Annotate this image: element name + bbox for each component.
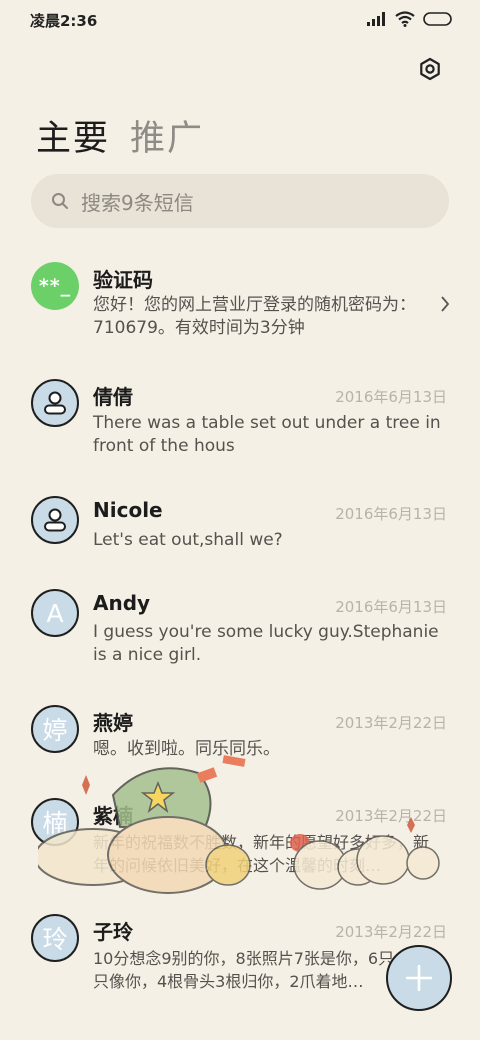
conversation-item-nicole[interactable]: Nicole 2016年6月13日 Let's eat out,shall we… xyxy=(0,492,480,572)
status-time: 凌晨2:36 xyxy=(30,12,98,30)
conversation-item-qianqian[interactable]: 倩倩 2016年6月13日 There was a table set out … xyxy=(0,375,480,475)
contact-name: 燕婷 xyxy=(93,711,133,735)
search-icon xyxy=(52,193,68,209)
message-preview: Let's eat out,shall we? xyxy=(93,530,283,550)
person-icon xyxy=(44,508,66,532)
message-date: 2013年2月22日 xyxy=(335,923,447,941)
avatar xyxy=(31,496,79,544)
tab-promotions[interactable]: 推广 xyxy=(130,110,204,161)
avatar xyxy=(31,379,79,427)
contact-name: 子玲 xyxy=(93,920,133,944)
avatar: A xyxy=(31,589,79,637)
avatar: **_ xyxy=(31,262,79,310)
conversation-item-verification[interactable]: **_ 验证码 您好！您的网上营业厅登录的随机密码为：710679。有效时间为3… xyxy=(0,258,480,358)
message-date: 2016年6月13日 xyxy=(335,505,447,523)
conversation-item-zinan[interactable]: 楠 紫楠 2013年2月22日 新年的祝福数不胜数，新年的愿望好多好多，新年的问… xyxy=(0,794,480,894)
chevron-right-icon xyxy=(441,296,450,312)
settings-button[interactable] xyxy=(416,55,444,83)
message-preview: 您好！您的网上营业厅登录的随机密码为：710679。有效时间为3分钟 xyxy=(93,295,416,338)
system-icons xyxy=(367,11,453,27)
contact-name: 验证码 xyxy=(93,268,153,292)
new-message-button[interactable] xyxy=(386,945,452,1011)
gear-icon xyxy=(420,57,440,81)
plus-icon xyxy=(406,965,432,991)
battery-icon xyxy=(423,12,452,26)
messages-screen: 凌晨2:36 主要 推广 搜索9条短信 **_ 验证码 您好！您的网上营业厅登录… xyxy=(0,0,480,1040)
conversation-item-yanting[interactable]: 婷 燕婷 2013年2月22日 嗯。收到啦。同乐同乐。 xyxy=(0,701,480,781)
contact-name: Nicole xyxy=(93,498,163,522)
signal-icon xyxy=(367,12,385,26)
message-date: 2013年2月22日 xyxy=(335,714,447,732)
conversation-item-andy[interactable]: A Andy 2016年6月13日 I guess you're some lu… xyxy=(0,585,480,685)
message-date: 2016年6月13日 xyxy=(335,598,447,616)
search-bar[interactable]: 搜索9条短信 xyxy=(31,174,449,228)
avatar: 婷 xyxy=(31,705,79,753)
message-preview: I guess you're some lucky guy.Stephanie … xyxy=(93,622,439,665)
message-preview: 新年的祝福数不胜数，新年的愿望好多好多，新年的问候依旧美好，在这个温馨的时刻… xyxy=(93,833,430,875)
contact-name: 倩倩 xyxy=(93,385,133,409)
wifi-icon xyxy=(395,11,415,27)
search-placeholder: 搜索9条短信 xyxy=(81,190,194,215)
message-date: 2013年2月22日 xyxy=(335,807,447,825)
message-preview: There was a table set out under a tree i… xyxy=(93,413,441,456)
contact-name: Andy xyxy=(93,591,151,615)
status-bar: 凌晨2:36 xyxy=(0,0,480,40)
avatar: 玲 xyxy=(31,914,79,962)
person-icon xyxy=(44,391,66,415)
avatar: 楠 xyxy=(31,798,79,846)
tab-primary[interactable]: 主要 xyxy=(36,110,110,161)
contact-name: 紫楠 xyxy=(93,804,133,828)
message-date: 2016年6月13日 xyxy=(335,388,447,406)
message-preview: 嗯。收到啦。同乐同乐。 xyxy=(93,739,280,759)
tab-bar: 主要 推广 xyxy=(36,110,204,161)
